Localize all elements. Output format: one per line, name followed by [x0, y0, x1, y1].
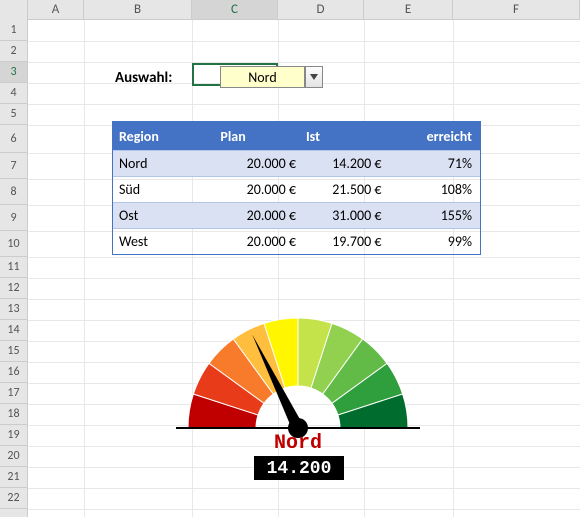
- row-header-7[interactable]: 7: [0, 153, 27, 179]
- region-table: Region Plan Ist erreicht Nord20.000 €14.…: [112, 121, 481, 255]
- row-header-10[interactable]: 10: [0, 231, 27, 257]
- cell-erreicht: 71%: [391, 155, 480, 172]
- row-header-2[interactable]: 2: [0, 41, 27, 62]
- gauge-value: 14.200: [254, 456, 344, 480]
- cell-plan: 20.000 €: [220, 155, 306, 172]
- row-header-21[interactable]: 21: [0, 467, 27, 488]
- cell-erreicht: 108%: [391, 181, 480, 198]
- cell-region: Nord: [113, 155, 220, 172]
- gauge-title: Nord: [168, 432, 428, 455]
- cell-ist: 19.700 €: [306, 233, 392, 250]
- col-header-B[interactable]: B: [84, 0, 192, 19]
- spreadsheet: ABCDEF 123456789101112131415161718192021…: [0, 0, 580, 517]
- col-header-D[interactable]: D: [278, 0, 364, 19]
- row-header-8[interactable]: 8: [0, 179, 27, 205]
- cell-plan: 20.000 €: [220, 181, 306, 198]
- table-row[interactable]: Nord20.000 €14.200 €71%: [113, 150, 480, 176]
- grid-area[interactable]: Auswahl: Nord Region Plan Ist erreicht N…: [28, 20, 580, 517]
- table-row[interactable]: Süd20.000 €21.500 €108%: [113, 176, 480, 202]
- row-header-3[interactable]: 3: [0, 62, 27, 83]
- col-erreicht[interactable]: erreicht: [391, 128, 480, 145]
- chevron-down-icon: [310, 74, 318, 80]
- region-dropdown-button[interactable]: [305, 66, 323, 88]
- gauge-chart: Nord 14.200: [168, 300, 428, 470]
- cell-region: Ost: [113, 207, 220, 224]
- row-header-1[interactable]: 1: [0, 20, 27, 41]
- row-header-17[interactable]: 17: [0, 383, 27, 404]
- row-header-13[interactable]: 13: [0, 299, 27, 320]
- table-header-row: Region Plan Ist erreicht: [113, 122, 480, 150]
- column-headers: ABCDEF: [0, 0, 580, 20]
- col-header-A[interactable]: A: [28, 0, 84, 19]
- table-row[interactable]: West20.000 €19.700 €99%: [113, 228, 480, 254]
- row-header-12[interactable]: 12: [0, 278, 27, 299]
- row-header-14[interactable]: 14: [0, 320, 27, 341]
- row-header-6[interactable]: 6: [0, 125, 27, 153]
- row-header-4[interactable]: 4: [0, 83, 27, 104]
- row-header-5[interactable]: 5: [0, 104, 27, 125]
- row-header-20[interactable]: 20: [0, 446, 27, 467]
- row-header-16[interactable]: 16: [0, 362, 27, 383]
- cell-erreicht: 99%: [391, 233, 480, 250]
- row-header-19[interactable]: 19: [0, 425, 27, 446]
- region-dropdown-value: Nord: [248, 69, 276, 86]
- gauge-svg: [168, 300, 428, 440]
- cell-ist: 31.000 €: [306, 207, 392, 224]
- region-dropdown[interactable]: Nord: [220, 66, 305, 88]
- row-header-11[interactable]: 11: [0, 257, 27, 278]
- cell-region: West: [113, 233, 220, 250]
- cell-region: Süd: [113, 181, 220, 198]
- cell-plan: 20.000 €: [220, 207, 306, 224]
- cell-ist: 21.500 €: [306, 181, 392, 198]
- table-row[interactable]: Ost20.000 €31.000 €155%: [113, 202, 480, 228]
- select-all-corner[interactable]: [0, 0, 28, 20]
- cell-plan: 20.000 €: [220, 233, 306, 250]
- cell-ist: 14.200 €: [306, 155, 392, 172]
- row-header-15[interactable]: 15: [0, 341, 27, 362]
- col-header-E[interactable]: E: [364, 0, 453, 19]
- cell-erreicht: 155%: [391, 207, 480, 224]
- col-ist[interactable]: Ist: [306, 128, 392, 145]
- row-header-22[interactable]: 22: [0, 488, 27, 509]
- row-headers: 12345678910111213141516171819202122: [0, 20, 28, 517]
- selection-label: Auswahl:: [115, 69, 172, 87]
- col-header-C[interactable]: C: [192, 0, 278, 19]
- col-header-F[interactable]: F: [453, 0, 580, 19]
- row-header-18[interactable]: 18: [0, 404, 27, 425]
- col-region[interactable]: Region: [113, 128, 220, 145]
- col-plan[interactable]: Plan: [220, 128, 306, 145]
- row-header-9[interactable]: 9: [0, 205, 27, 231]
